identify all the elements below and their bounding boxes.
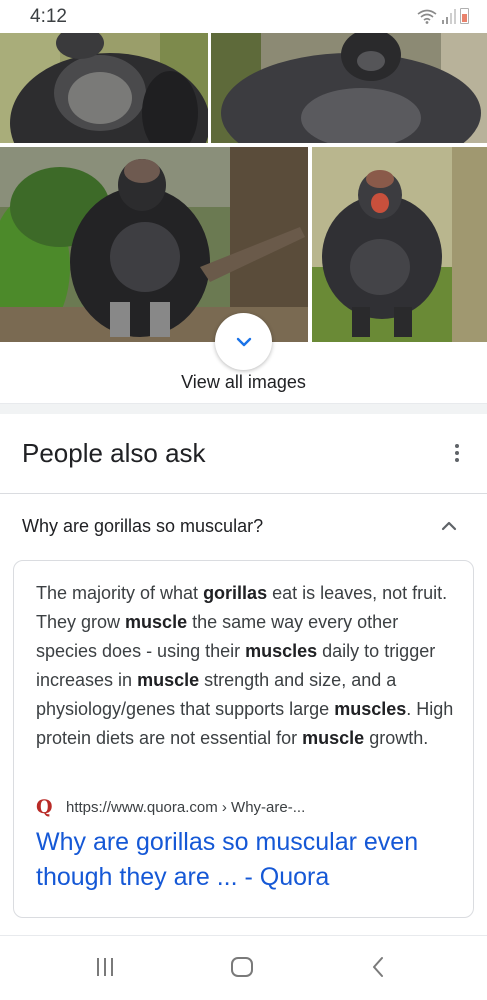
answer-text-segment: growth.: [364, 728, 429, 748]
home-icon: [231, 957, 253, 977]
paa-question[interactable]: Why are gorillas so muscular?: [22, 516, 263, 537]
back-button[interactable]: [368, 954, 388, 980]
gorilla-image-3[interactable]: [0, 147, 308, 342]
gorilla-image-4[interactable]: [312, 147, 487, 342]
status-bar: 4:12: [0, 0, 487, 33]
gorilla-image-2[interactable]: [211, 33, 487, 143]
divider: [0, 493, 487, 494]
status-icons: [416, 8, 469, 24]
answer-keyword: muscles: [334, 699, 407, 719]
chevron-down-icon: [236, 337, 251, 346]
battery-icon: [460, 8, 469, 24]
gorilla-image-1[interactable]: [0, 33, 208, 143]
people-also-ask-title: People also ask: [22, 438, 206, 468]
answer-snippet: The majority of what gorillas eat is lea…: [36, 579, 456, 753]
result-title-link[interactable]: Why are gorillas so muscular even though…: [36, 825, 456, 895]
quora-icon: Q: [36, 796, 53, 818]
answer-text-segment: The majority of what: [36, 583, 204, 603]
status-time: 4:12: [30, 6, 67, 27]
section-separator: [0, 403, 487, 414]
answer-keyword: gorillas: [203, 583, 268, 603]
answer-card: The majority of what gorillas eat is lea…: [13, 560, 474, 918]
signal-icon: [442, 9, 456, 24]
answer-keyword: muscle: [125, 612, 188, 632]
recent-apps-icon: [97, 958, 113, 976]
wifi-icon: [417, 9, 437, 24]
source-row[interactable]: Q https://www.quora.com › Why-are-...: [36, 797, 305, 817]
answer-keyword: muscles: [245, 641, 318, 661]
answer-keyword: muscle: [302, 728, 365, 748]
recent-apps-button[interactable]: [92, 954, 118, 980]
expand-images-button[interactable]: [215, 313, 272, 370]
chevron-up-icon[interactable]: [440, 518, 458, 532]
back-icon: [373, 957, 383, 977]
source-url[interactable]: https://www.quora.com › Why-are-...: [66, 799, 305, 816]
answer-keyword: muscle: [137, 670, 200, 690]
navigation-bar: [0, 936, 487, 1000]
image-results-grid: [0, 33, 487, 342]
home-button[interactable]: [229, 954, 255, 980]
more-vert-icon[interactable]: [449, 442, 465, 464]
view-all-images-link[interactable]: View all images: [0, 372, 487, 393]
